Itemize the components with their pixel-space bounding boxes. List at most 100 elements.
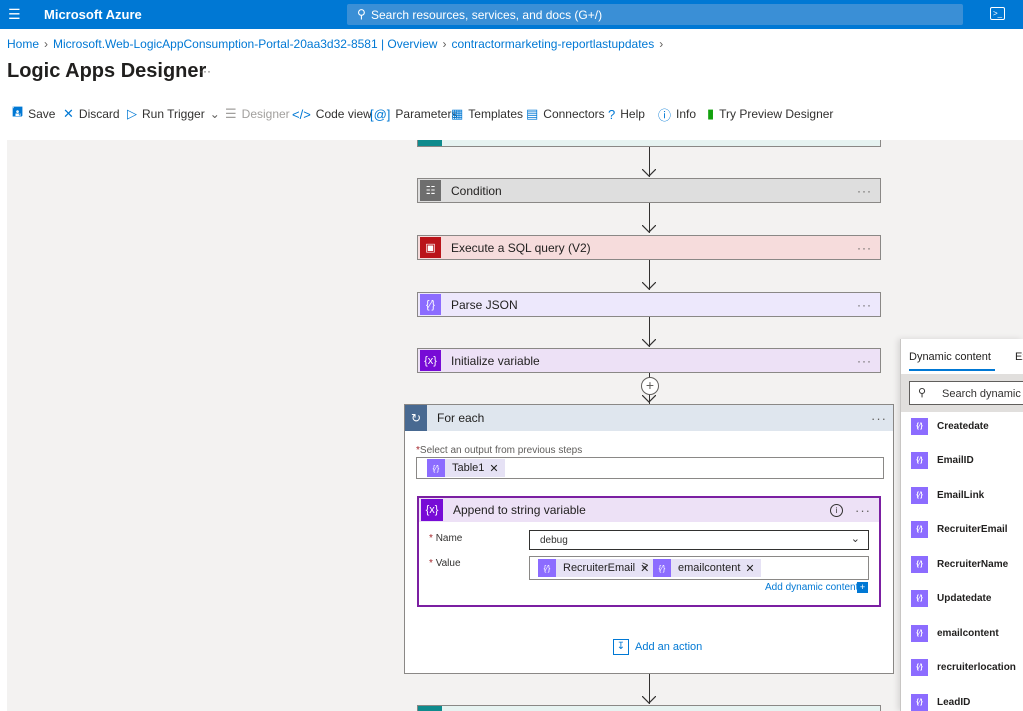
for-each-title: For each [437, 411, 485, 425]
append-header[interactable]: {x} Append to string variable i ··· [419, 498, 879, 522]
for-each-scope[interactable]: ↻ For each ··· *Select an output from pr… [404, 404, 894, 674]
name-dropdown[interactable]: debug ⌄ [529, 530, 869, 550]
insert-step-plus-icon[interactable]: + [641, 377, 659, 395]
bookmark-icon: ▮ [707, 106, 715, 121]
list-item[interactable]: {⁄} EmailLink [911, 486, 984, 504]
tab-expression[interactable]: Ex [1015, 351, 1023, 363]
tab-dynamic-content[interactable]: Dynamic content [909, 351, 991, 363]
chevron-down-icon: ⌄ [209, 107, 220, 121]
discard-button[interactable]: ✕ Discard [63, 104, 120, 124]
more-options-icon[interactable]: ··· [857, 184, 872, 198]
dynamic-search-input[interactable]: ⚲ Search dynamic co [909, 381, 1023, 405]
hamburger-icon[interactable]: ☰ [8, 6, 21, 23]
parameters-button[interactable]: [@] Parameters [370, 104, 457, 124]
brand-label[interactable]: Microsoft Azure [44, 7, 142, 22]
more-options-icon[interactable]: ··· [857, 354, 872, 368]
expression-icon: {⁄} [911, 486, 928, 504]
breadcrumb: Home › Microsoft.Web-LogicAppConsumption-P… [7, 37, 668, 51]
required-marker: * [429, 558, 433, 569]
append-string-variable-card[interactable]: {x} Append to string variable i ··· * Na… [417, 496, 881, 607]
breadcrumb-home[interactable]: Home [7, 37, 39, 51]
info-icon[interactable]: i [830, 503, 843, 517]
more-options-icon[interactable]: ··· [857, 241, 872, 255]
list-item[interactable]: {⁄} Createdate [911, 417, 989, 435]
run-trigger-button[interactable]: ▷ Run Trigger ⌄ [127, 104, 220, 124]
value-label: * Value [429, 558, 461, 569]
code-view-button[interactable]: </> Code view [292, 104, 372, 124]
chevron-right-icon: › [442, 37, 447, 51]
list-item[interactable]: {⁄} EmailID [911, 451, 974, 469]
list-item[interactable]: {⁄} LeadID [911, 693, 970, 711]
expression-icon: {⁄} [911, 417, 928, 435]
dynamic-token[interactable]: {⁄} emailcontent ✕ [653, 559, 761, 577]
list-item[interactable]: {⁄} emailcontent [911, 624, 999, 642]
for-each-header[interactable]: ↻ For each ··· [405, 405, 893, 431]
list-item[interactable]: {⁄} recruiterlocation [911, 658, 1016, 676]
global-search-input[interactable]: ⚲ Search resources, services, and docs (… [347, 4, 963, 25]
breadcrumb-logic-app[interactable]: contractormarketing-reportlastupdates [451, 37, 654, 51]
templates-label: Templates [468, 107, 523, 121]
terminal-icon[interactable]: >_ [990, 7, 1005, 20]
more-options-icon[interactable]: ··· [871, 411, 887, 426]
expression-icon: {⁄} [911, 624, 928, 642]
add-an-action-button[interactable]: ↧ Add an action [613, 639, 702, 655]
expression-icon: {⁄} [538, 559, 556, 577]
chevron-right-icon: › [659, 37, 664, 51]
arrow-down-icon [642, 282, 656, 290]
search-icon: ⚲ [918, 387, 927, 399]
close-icon: ✕ [63, 106, 74, 121]
code-view-label: Code view [315, 107, 372, 121]
value-input[interactable]: {⁄} RecruiterEmail ✕ > {⁄} emailcontent … [529, 556, 869, 580]
arrow-down-icon [642, 696, 656, 704]
list-item-label: Updatedate [937, 592, 992, 604]
chevron-down-icon: ⌄ [850, 533, 860, 545]
breadcrumb-resource-group[interactable]: Microsoft.Web-LogicAppConsumption-Portal… [53, 37, 437, 51]
designer-button[interactable]: ☰ Designer [225, 104, 290, 124]
required-marker: * [429, 533, 433, 544]
dynamic-token[interactable]: {⁄} Table1 ✕ [427, 459, 505, 477]
step-title: Execute a SQL query (V2) [451, 240, 591, 255]
save-button[interactable]: 🖪 Save [12, 104, 55, 124]
save-label: Save [28, 107, 56, 121]
help-button[interactable]: ? Help [608, 104, 645, 124]
name-label-text: Name [435, 533, 463, 544]
connectors-button[interactable]: ▤ Connectors [526, 104, 605, 124]
list-item[interactable]: {⁄} RecruiterEmail [911, 520, 1008, 538]
more-options-icon[interactable]: ··· [857, 298, 872, 312]
save-icon: 🖪 [12, 104, 24, 119]
expression-icon: {⁄} [653, 559, 671, 577]
templates-button[interactable]: ▦ Templates [451, 104, 523, 124]
close-icon[interactable]: ✕ [489, 462, 498, 475]
list-item-label: RecruiterEmail [937, 523, 1008, 535]
add-dynamic-content-link[interactable]: Add dynamic content [765, 582, 858, 593]
page-title: Logic Apps Designer [7, 60, 207, 82]
more-options-icon[interactable]: ··· [199, 64, 211, 78]
more-options-icon[interactable]: ··· [855, 503, 871, 518]
step-card-sql-query[interactable]: ▣ Execute a SQL query (V2) ··· [417, 235, 881, 260]
step-title: Parse JSON [451, 297, 518, 312]
step-card-initialize-variable[interactable]: {x} Initialize variable ··· [417, 348, 881, 373]
close-icon[interactable]: ✕ [745, 562, 754, 575]
step-card-parse-json[interactable]: {⁄} Parse JSON ··· [417, 292, 881, 317]
designer-canvas[interactable]: ☷ Condition ··· ▣ Execute a SQL query (V… [7, 140, 1023, 711]
add-dynamic-content-icon[interactable]: + [857, 582, 868, 593]
step-card-condition[interactable]: ☷ Condition ··· [417, 178, 881, 203]
active-tab-indicator [909, 369, 995, 371]
add-action-icon: ↧ [613, 639, 629, 655]
arrow-down-icon [642, 225, 656, 233]
designer-toolbar: 🖪 Save ✕ Discard ▷ Run Trigger ⌄ ☰ Designer <… [0, 104, 1023, 124]
token-label: emailcontent [678, 562, 741, 574]
info-button[interactable]: ⓘ Info [658, 104, 696, 124]
try-preview-designer-button[interactable]: ▮ Try Preview Designer [707, 104, 833, 124]
token-label: RecruiterEmail [563, 562, 636, 574]
condition-icon: ☷ [420, 180, 441, 201]
next-step-card[interactable] [417, 705, 881, 711]
list-item-label: EmailLink [937, 489, 985, 501]
previous-step-card[interactable] [417, 140, 881, 147]
list-item[interactable]: {⁄} RecruiterName [911, 555, 1008, 573]
dynamic-token[interactable]: {⁄} RecruiterEmail ✕ [538, 559, 656, 577]
variable-icon: {x} [421, 499, 443, 521]
loop-icon: ↻ [405, 405, 427, 431]
select-output-input[interactable]: {⁄} Table1 ✕ [416, 457, 884, 479]
list-item[interactable]: {⁄} Updatedate [911, 589, 991, 607]
